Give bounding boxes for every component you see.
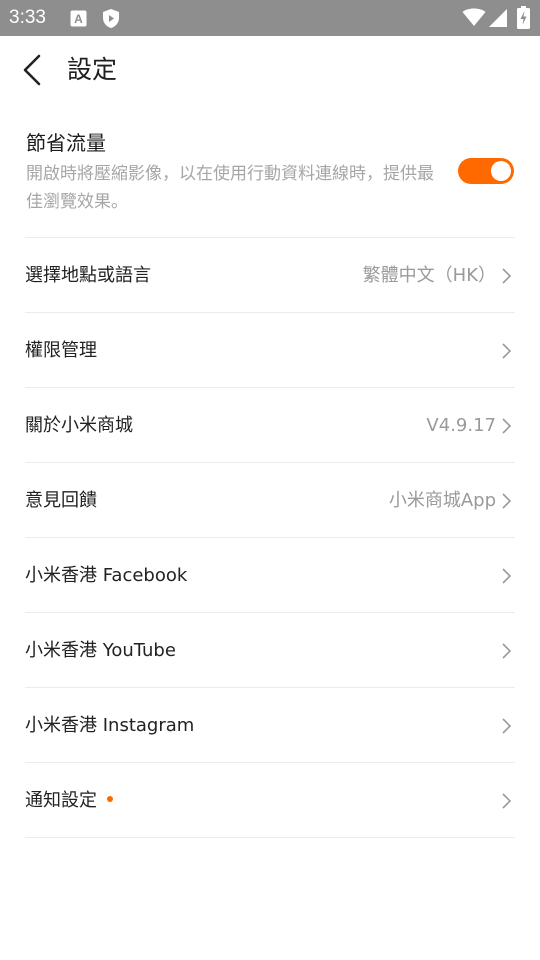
setting-label-wrap: 通知設定 (25, 763, 113, 838)
shield-play-icon (103, 9, 119, 28)
chevron-right-icon (502, 568, 512, 584)
chevron-right-icon (502, 493, 512, 509)
setting-label: 權限管理 (25, 340, 97, 361)
setting-value: 繁體中文（HK） (362, 265, 496, 286)
chevron-right-icon (502, 718, 512, 734)
setting-label: 選擇地點或語言 (25, 265, 151, 286)
svg-text:A: A (74, 12, 83, 26)
setting-row-youtube[interactable]: 小米香港 YouTube (0, 613, 540, 688)
chevron-right-icon (502, 793, 512, 809)
page-title: 設定 (67, 55, 118, 84)
setting-label: 關於小米商城 (25, 415, 133, 436)
setting-row-location-language[interactable]: 選擇地點或語言 繁體中文（HK） (0, 238, 540, 313)
setting-label: 小米香港 Facebook (25, 565, 188, 586)
divider (25, 837, 515, 838)
setting-row-instagram[interactable]: 小米香港 Instagram (0, 688, 540, 763)
status-bar: 3:33 A (0, 0, 540, 36)
setting-row-about[interactable]: 關於小米商城 V4.9.17 (0, 388, 540, 463)
setting-row-feedback[interactable]: 意見回饋 小米商城App (0, 463, 540, 538)
setting-row-notifications[interactable]: 通知設定 (0, 763, 540, 838)
setting-row-facebook[interactable]: 小米香港 Facebook (0, 538, 540, 613)
back-arrow-icon (23, 54, 41, 86)
chevron-right-icon (502, 343, 512, 359)
app-header: 設定 (0, 36, 540, 104)
setting-row-permissions[interactable]: 權限管理 (0, 313, 540, 388)
data-saver-setting: 節省流量 開啟時將壓縮影像，以在使用行動資料連線時，提供最佳瀏覽效果。 (0, 118, 540, 238)
setting-value: 小米商城App (388, 490, 496, 511)
chevron-right-icon (502, 268, 512, 284)
data-saver-toggle[interactable] (458, 158, 514, 184)
setting-label: 通知設定 (25, 790, 97, 811)
wifi-icon (462, 8, 486, 26)
back-button[interactable] (16, 52, 52, 88)
setting-label: 小米香港 YouTube (25, 640, 176, 661)
setting-label: 小米香港 Instagram (25, 715, 195, 736)
setting-value: V4.9.17 (426, 415, 496, 436)
notification-dot (107, 796, 113, 802)
status-time: 3:33 (9, 7, 46, 28)
chevron-right-icon (502, 418, 512, 434)
toggle-knob (491, 161, 511, 181)
data-saver-description: 開啟時將壓縮影像，以在使用行動資料連線時，提供最佳瀏覽效果。 (26, 164, 434, 212)
cellular-icon (489, 9, 507, 27)
a-icon: A (70, 10, 87, 27)
battery-charging-icon (517, 6, 530, 29)
data-saver-title: 節省流量 (26, 131, 106, 155)
setting-label: 意見回饋 (25, 490, 97, 511)
chevron-right-icon (502, 643, 512, 659)
